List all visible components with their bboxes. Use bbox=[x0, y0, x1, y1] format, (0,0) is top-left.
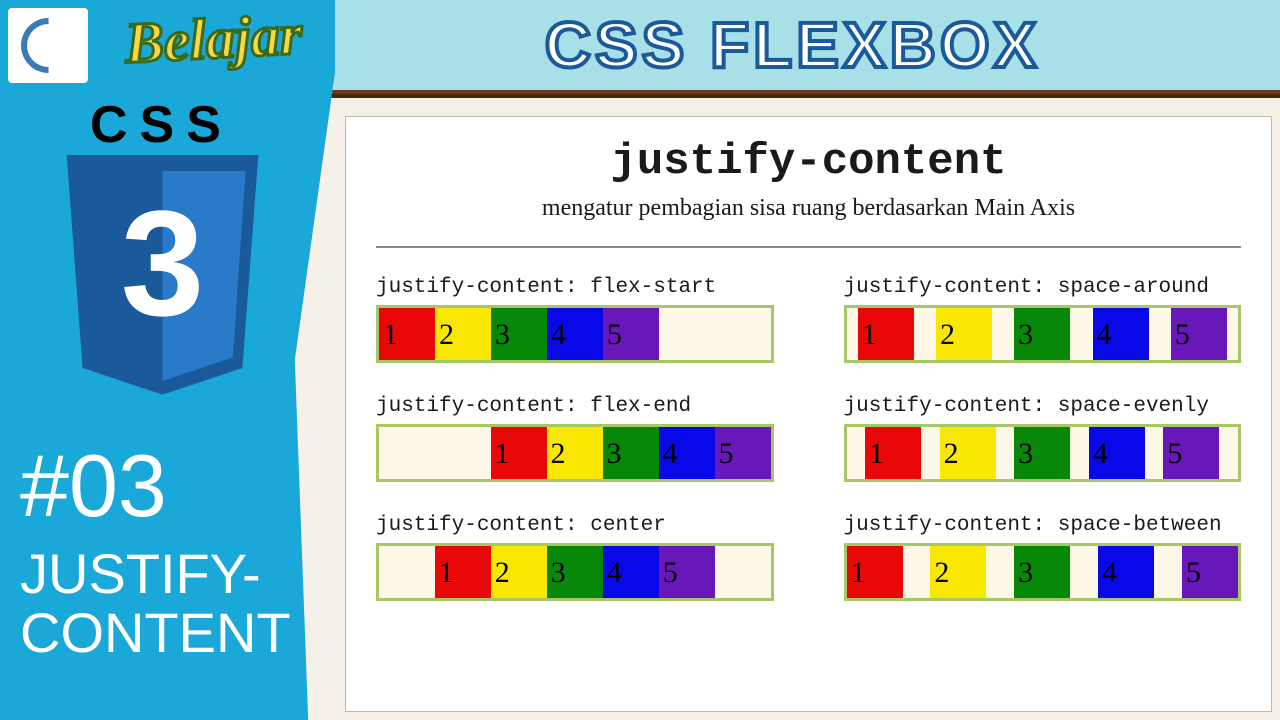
example-space-between: justify-content: space-between 12345 bbox=[844, 514, 1242, 601]
flex-item: 5 bbox=[715, 427, 771, 479]
slide-paper: justify-content mengatur pembagian sisa … bbox=[345, 116, 1272, 712]
flex-item: 5 bbox=[603, 308, 659, 360]
page-title: CSS FLEXBOX bbox=[545, 8, 1041, 82]
flex-item: 1 bbox=[847, 546, 903, 598]
flex-item: 1 bbox=[491, 427, 547, 479]
examples-grid: justify-content: flex-start12345justify-… bbox=[376, 276, 1241, 601]
header-band: CSS FLEXBOX bbox=[305, 0, 1280, 90]
example-flex-end: justify-content: flex-end 12345 bbox=[376, 395, 774, 482]
divider bbox=[376, 246, 1241, 248]
flex-item: 5 bbox=[1182, 546, 1238, 598]
example-label: justify-content: space-around bbox=[844, 276, 1242, 299]
flex-item: 4 bbox=[603, 546, 659, 598]
flex-item: 3 bbox=[603, 427, 659, 479]
belajar-label: Belajar bbox=[123, 0, 303, 76]
flex-item: 3 bbox=[491, 308, 547, 360]
channel-logo bbox=[8, 8, 88, 83]
flex-item: 2 bbox=[435, 308, 491, 360]
example-flex-start: justify-content: flex-start 12345 bbox=[376, 276, 774, 363]
example-space-around: justify-content: space-around 12345 bbox=[844, 276, 1242, 363]
flex-item: 3 bbox=[1014, 427, 1070, 479]
flex-item: 1 bbox=[858, 308, 914, 360]
example-label: justify-content: center bbox=[376, 514, 774, 537]
flex-item: 2 bbox=[940, 427, 996, 479]
swirl-icon bbox=[9, 7, 87, 85]
episode-title: JUSTIFY- CONTENT bbox=[20, 545, 291, 663]
flex-demo: 12345 bbox=[376, 543, 774, 601]
example-label: justify-content: flex-start bbox=[376, 276, 774, 299]
flex-item: 4 bbox=[659, 427, 715, 479]
episode-title-line1: JUSTIFY- bbox=[20, 542, 261, 605]
flex-item: 3 bbox=[1014, 308, 1070, 360]
flex-item: 3 bbox=[547, 546, 603, 598]
example-label: justify-content: flex-end bbox=[376, 395, 774, 418]
flex-item: 1 bbox=[379, 308, 435, 360]
css3-shield-icon: 3 bbox=[55, 155, 270, 400]
flex-item: 1 bbox=[435, 546, 491, 598]
example-label: justify-content: space-evenly bbox=[844, 395, 1242, 418]
slide-heading: justify-content bbox=[376, 137, 1241, 187]
flex-item: 2 bbox=[547, 427, 603, 479]
flex-item: 1 bbox=[865, 427, 921, 479]
flex-item: 4 bbox=[547, 308, 603, 360]
flex-demo: 12345 bbox=[844, 424, 1242, 482]
flex-item: 2 bbox=[936, 308, 992, 360]
example-label: justify-content: space-between bbox=[844, 514, 1242, 537]
flex-item: 3 bbox=[1014, 546, 1070, 598]
flex-item: 5 bbox=[659, 546, 715, 598]
flex-item: 2 bbox=[930, 546, 986, 598]
example-space-evenly: justify-content: space-evenly 12345 bbox=[844, 395, 1242, 482]
flex-item: 4 bbox=[1089, 427, 1145, 479]
flex-demo: 12345 bbox=[844, 543, 1242, 601]
flex-item: 2 bbox=[491, 546, 547, 598]
flex-demo: 12345 bbox=[844, 305, 1242, 363]
episode-number: #03 bbox=[20, 435, 167, 537]
slide-subheading: mengatur pembagian sisa ruang berdasarka… bbox=[376, 195, 1241, 222]
flex-item: 5 bbox=[1163, 427, 1219, 479]
css-label: CSS bbox=[90, 95, 233, 155]
shield-number: 3 bbox=[121, 177, 204, 350]
flex-item: 5 bbox=[1171, 308, 1227, 360]
flex-demo: 12345 bbox=[376, 305, 774, 363]
example-center: justify-content: center 12345 bbox=[376, 514, 774, 601]
flex-item: 4 bbox=[1098, 546, 1154, 598]
flex-item: 4 bbox=[1093, 308, 1149, 360]
episode-title-line2: CONTENT bbox=[20, 601, 291, 664]
flex-demo: 12345 bbox=[376, 424, 774, 482]
